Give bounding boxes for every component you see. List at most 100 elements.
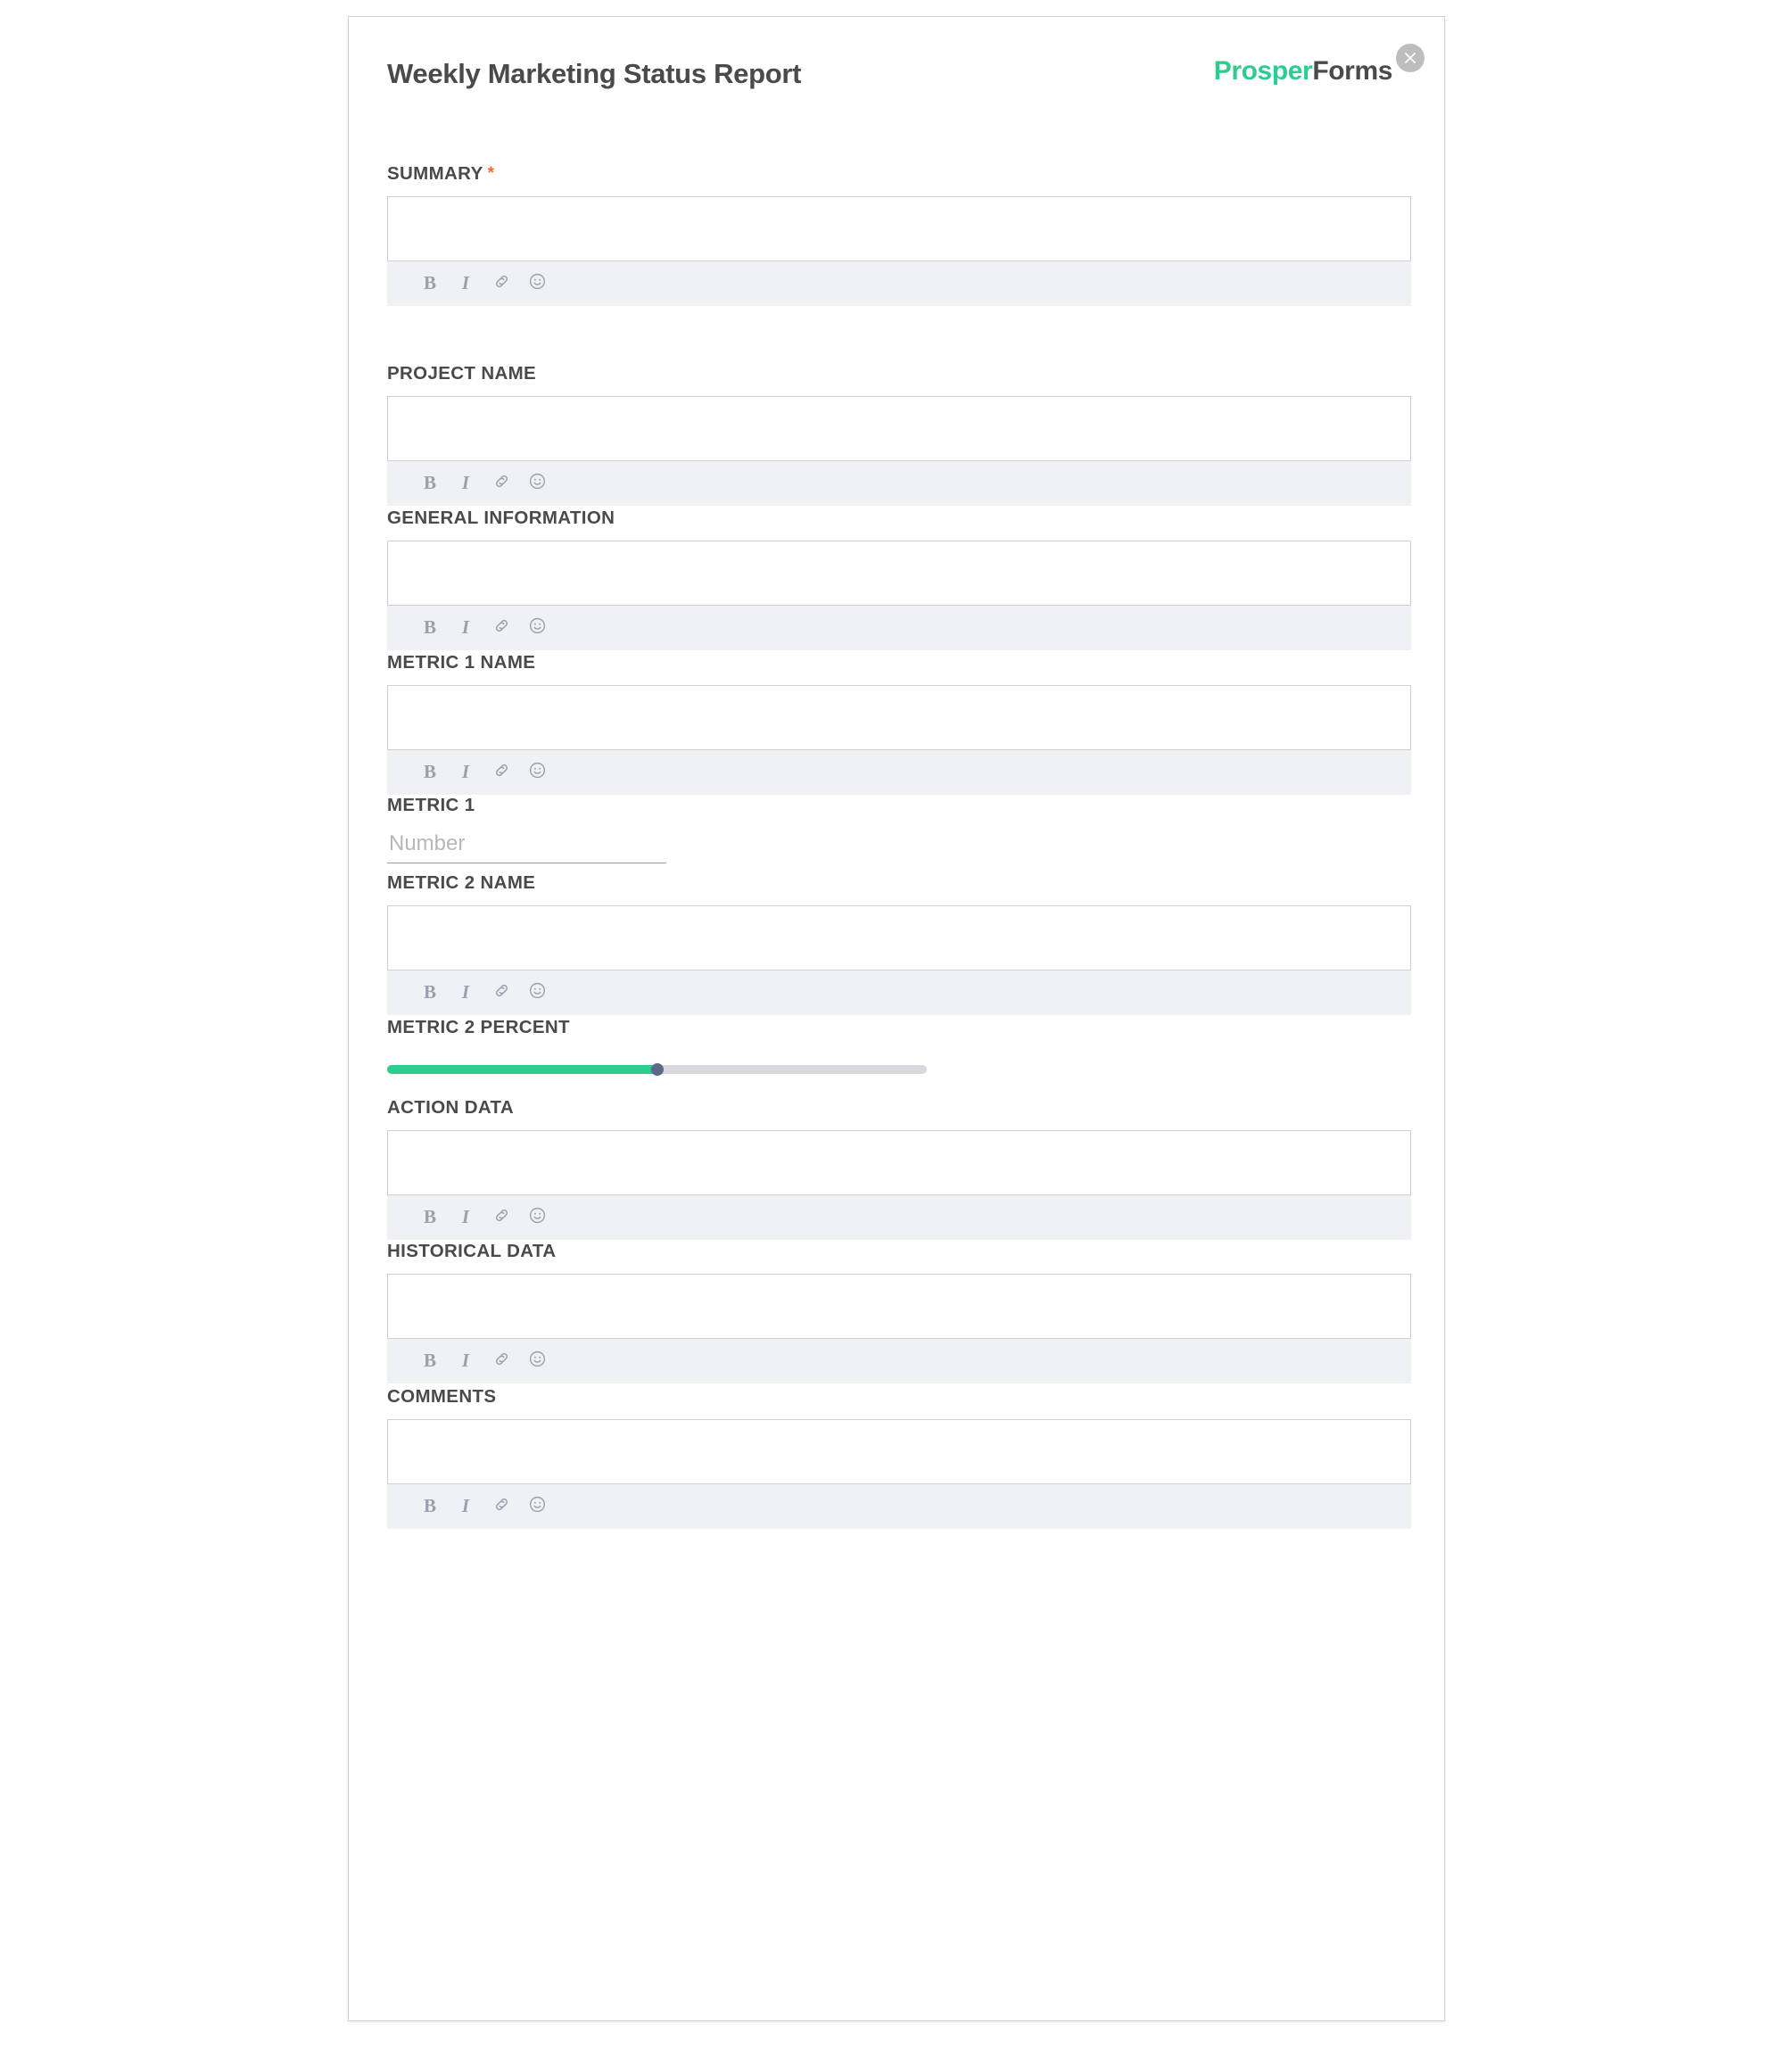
bold-icon: B [423,981,436,1003]
field-label-metric-2-name: METRIC 2 NAME [387,872,1411,893]
italic-button[interactable]: I [448,1346,483,1376]
field-label-general-information: GENERAL INFORMATION [387,508,1411,528]
richtext-toolbar: BI [387,460,1411,506]
richtext-toolbar: BI [387,1338,1411,1383]
bold-button[interactable]: B [412,1202,448,1233]
link-button[interactable] [483,978,519,1008]
italic-icon: I [461,1350,470,1371]
field-label-comments: COMMENTS [387,1386,1411,1407]
form-header: Weekly Marketing Status Report ProsperFo… [349,17,1444,87]
field-label-text: METRIC 2 NAME [387,872,536,893]
form-field-metric-2-percent: METRIC 2 PERCENT [387,1017,1411,1077]
field-label-text: ACTION DATA [387,1097,515,1118]
field-label-project-name: PROJECT NAME [387,363,1411,384]
link-button[interactable] [483,613,519,643]
italic-button[interactable]: I [448,1202,483,1233]
emoji-icon [528,1350,547,1373]
italic-button[interactable]: I [448,978,483,1008]
richtext-editor-historical-data: BI [387,1273,1411,1383]
richtext-toolbar: BI [387,970,1411,1015]
emoji-button[interactable] [519,1202,555,1233]
italic-icon: I [461,472,470,493]
italic-icon: I [461,272,470,293]
field-label-text: METRIC 2 PERCENT [387,1017,570,1037]
richtext-toolbar: BI [387,260,1411,306]
field-label-metric-1-name: METRIC 1 NAME [387,653,1411,673]
richtext-input-metric-1-name[interactable] [387,684,1411,750]
field-label-text: SUMMARY [387,163,483,184]
bold-button[interactable]: B [412,268,448,299]
richtext-input-summary[interactable] [387,195,1411,261]
field-label-metric-2-percent: METRIC 2 PERCENT [387,1017,1411,1037]
richtext-editor-action-data: BI [387,1129,1411,1240]
link-button[interactable] [483,1346,519,1376]
slider-metric-2-percent[interactable] [387,1062,927,1077]
italic-icon: I [461,1206,470,1227]
emoji-button[interactable] [519,613,555,643]
link-icon [492,1206,511,1229]
form-field-metric-2-name: METRIC 2 NAME B I [387,872,1411,1015]
italic-button[interactable]: I [448,268,483,299]
form-field-metric-1-name: METRIC 1 NAME B I [387,653,1411,795]
field-label-text: GENERAL INFORMATION [387,508,615,528]
form-field-general-information: GENERAL INFORMATION B I [387,508,1411,650]
link-button[interactable] [483,1202,519,1233]
link-icon [492,1350,511,1373]
richtext-editor-comments: BI [387,1418,1411,1529]
bold-icon: B [423,272,436,293]
richtext-input-historical-data[interactable] [387,1273,1411,1339]
bold-icon: B [423,472,436,493]
emoji-icon [528,981,547,1004]
slider-handle[interactable] [650,1062,664,1076]
bold-button[interactable]: B [412,1346,448,1376]
emoji-button[interactable] [519,1491,555,1522]
richtext-toolbar: BI [387,1483,1411,1529]
richtext-input-general-information[interactable] [387,540,1411,606]
field-label-text: COMMENTS [387,1386,497,1407]
link-icon [492,981,511,1004]
richtext-input-project-name[interactable] [387,395,1411,461]
bold-button[interactable]: B [412,978,448,1008]
richtext-input-comments[interactable] [387,1418,1411,1484]
richtext-editor-project-name: BI [387,395,1411,506]
emoji-button[interactable] [519,1346,555,1376]
bold-button[interactable]: B [412,468,448,499]
form-field-project-name: PROJECT NAME B I [387,363,1411,506]
italic-icon: I [461,981,470,1003]
emoji-button[interactable] [519,978,555,1008]
richtext-input-action-data[interactable] [387,1129,1411,1195]
form-field-metric-1: METRIC 1 [387,796,1411,863]
emoji-button[interactable] [519,268,555,299]
richtext-toolbar: BI [387,1194,1411,1240]
italic-button[interactable]: I [448,468,483,499]
link-button[interactable] [483,1491,519,1522]
emoji-icon [528,1495,547,1518]
richtext-input-metric-2-name[interactable] [387,904,1411,970]
field-label-text: HISTORICAL DATA [387,1241,557,1261]
link-button[interactable] [483,468,519,499]
slider-fill [387,1064,657,1074]
bold-button[interactable]: B [412,757,448,788]
emoji-button[interactable] [519,757,555,788]
italic-icon: I [461,1495,470,1516]
italic-button[interactable]: I [448,613,483,643]
link-icon [492,472,511,495]
link-icon [492,1495,511,1518]
bold-button[interactable]: B [412,1491,448,1522]
form-field-summary: SUMMARY * B I [387,163,1411,306]
italic-icon: I [461,761,470,782]
link-icon [492,761,511,784]
bold-icon: B [423,1206,436,1227]
link-button[interactable] [483,757,519,788]
emoji-button[interactable] [519,468,555,499]
link-button[interactable] [483,268,519,299]
italic-button[interactable]: I [448,757,483,788]
close-button[interactable] [1396,44,1425,72]
screenshot-root: Weekly Marketing Status Report ProsperFo… [0,0,1792,2048]
italic-button[interactable]: I [448,1491,483,1522]
bold-icon: B [423,761,436,782]
link-icon [492,272,511,295]
bold-button[interactable]: B [412,613,448,643]
number-input-metric-1[interactable] [387,829,666,863]
field-label-text: PROJECT NAME [387,363,537,384]
